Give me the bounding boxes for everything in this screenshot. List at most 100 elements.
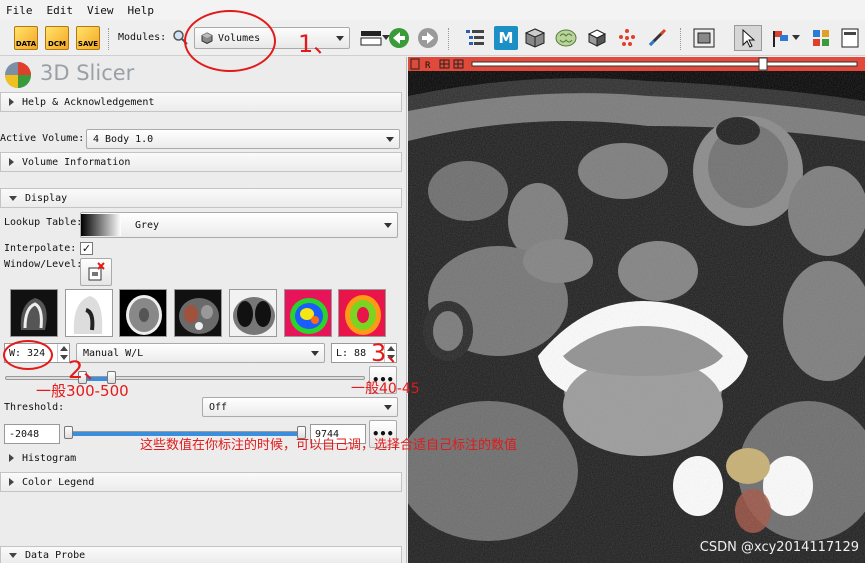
toolbar-separator [680, 28, 682, 50]
menu-help[interactable]: Help [128, 4, 155, 17]
data-module-button[interactable] [464, 25, 486, 51]
select-mode-button[interactable] [734, 25, 762, 51]
help-section-header[interactable]: Help & Acknowledgement [0, 92, 402, 112]
level-value: L: 88 [336, 347, 367, 359]
preset-ct-air-button[interactable] [65, 289, 113, 337]
annotation-circle-modules [184, 10, 276, 72]
menu-bar: File Edit View Help [0, 0, 865, 20]
collapse-arrow-icon [9, 552, 17, 558]
help-section-label: Help & Acknowledgement [22, 96, 155, 108]
display-section-header[interactable]: Display [0, 188, 402, 208]
lookup-table-label: Lookup Table: [4, 217, 83, 228]
transforms-button[interactable] [586, 25, 608, 51]
lookup-table-combo[interactable]: Grey [80, 212, 398, 238]
place-fiducial-button[interactable] [770, 25, 800, 51]
interpolate-checkbox[interactable]: ✓ [80, 242, 93, 255]
fiducials-button[interactable] [616, 25, 638, 51]
module-panel: 3D Slicer Help & Acknowledgement Active … [0, 57, 407, 563]
slice-orientation-label: R [425, 61, 431, 71]
preset-ct-brain-button[interactable] [119, 289, 167, 337]
menu-file[interactable]: File [6, 4, 33, 17]
tree-list-icon [466, 30, 484, 45]
annotation-level-range: 一般40-45 [351, 381, 420, 397]
save-button[interactable]: SAVE [76, 25, 100, 51]
markups-button[interactable]: M [494, 25, 518, 51]
window-level-mode-combo[interactable]: Manual W/L [76, 343, 325, 363]
dti-thumbnail-icon [339, 290, 385, 336]
display-section-label: Display [25, 192, 68, 204]
layout-button[interactable] [360, 25, 390, 51]
editor-button[interactable] [646, 25, 668, 51]
threshold-min-value: -2048 [9, 428, 40, 440]
back-button[interactable] [388, 25, 410, 51]
app-title: 3D Slicer [40, 61, 135, 85]
m-logo-icon: M [494, 26, 518, 50]
ct-axial-slice-image [408, 71, 865, 563]
chevron-down-icon [386, 137, 394, 142]
arrow-right-icon [418, 28, 438, 48]
ct-head-thumbnail-icon [11, 290, 57, 336]
fiducial-flag-icon [773, 31, 788, 47]
preset-ct-bone-button[interactable] [10, 289, 58, 337]
ct-abdomen-thumbnail-icon [175, 290, 221, 336]
histogram-section-label: Histogram [22, 452, 77, 464]
chevron-down-icon [384, 405, 392, 410]
ct-lung-thumbnail-icon [230, 290, 276, 336]
active-volume-combo[interactable]: 4 Body 1.0 [86, 129, 400, 149]
panel-icon [841, 28, 859, 48]
screenshot-button[interactable] [692, 25, 716, 51]
slice-controller-bar: R [408, 57, 865, 71]
forward-button[interactable] [417, 25, 439, 51]
models-button[interactable] [554, 25, 578, 51]
dcm-icon-label: DCM [48, 40, 66, 48]
brain-icon [555, 29, 577, 47]
menu-edit[interactable]: Edit [47, 4, 74, 17]
preset-dti-button[interactable] [338, 289, 386, 337]
capture-icon [693, 28, 715, 48]
save-icon: SAVE [76, 26, 100, 50]
annotation-number-3: 3、 [371, 339, 411, 367]
red-slice-viewer[interactable]: R CSDN @xcy2014117129 [408, 57, 865, 563]
cube-icon [524, 28, 546, 48]
grid-cube-icon [587, 29, 607, 47]
grey-colormap-swatch [81, 214, 121, 236]
auto-window-level-button[interactable] [80, 258, 112, 286]
threshold-min-handle[interactable] [64, 426, 73, 439]
threshold-value: Off [209, 401, 228, 413]
data-icon: DATA [14, 26, 38, 50]
preset-ct-abdomen-button[interactable] [174, 289, 222, 337]
crosshair-button[interactable] [810, 25, 832, 51]
active-volume-value: 4 Body 1.0 [93, 133, 154, 145]
window-level-icon [88, 262, 105, 281]
threshold-min-spinbox[interactable]: -2048 [4, 424, 60, 444]
color-legend-section-header[interactable]: Color Legend [0, 472, 402, 492]
expand-arrow-icon [9, 454, 14, 462]
volumes-button[interactable] [524, 25, 546, 51]
interpolate-label: Interpolate: [4, 243, 77, 254]
data-probe-section-header[interactable]: Data Probe [0, 546, 402, 563]
chevron-down-icon [792, 35, 800, 40]
annotation-window-range: 一般300-500 [36, 382, 129, 400]
window-level-label: Window/Level: [4, 259, 83, 270]
watermark-text: CSDN @xcy2014117129 [699, 540, 859, 555]
annotation-circle-window [3, 340, 53, 370]
threshold-combo[interactable]: Off [202, 397, 398, 417]
more-tools-button[interactable] [840, 25, 860, 51]
expand-arrow-icon [9, 158, 14, 166]
layout-icon [360, 31, 382, 46]
menu-view[interactable]: View [87, 4, 114, 17]
save-icon-label: SAVE [77, 40, 99, 48]
dicom-button[interactable]: DCM [45, 25, 69, 51]
preset-ct-lung-button[interactable] [229, 289, 277, 337]
annotation-number-1: 1、 [298, 30, 338, 58]
crosshair-icon [813, 30, 829, 46]
load-data-button[interactable]: DATA [14, 25, 38, 51]
volume-info-section-header[interactable]: Volume Information [0, 152, 402, 172]
expand-arrow-icon [9, 478, 14, 486]
dcm-icon: DCM [45, 26, 69, 50]
pet-rainbow-thumbnail-icon [285, 290, 331, 336]
slice-offset-slider[interactable]: R [408, 57, 865, 71]
preset-pet-button[interactable] [284, 289, 332, 337]
cursor-arrow-icon [742, 28, 756, 48]
toolbar-separator [108, 28, 110, 50]
